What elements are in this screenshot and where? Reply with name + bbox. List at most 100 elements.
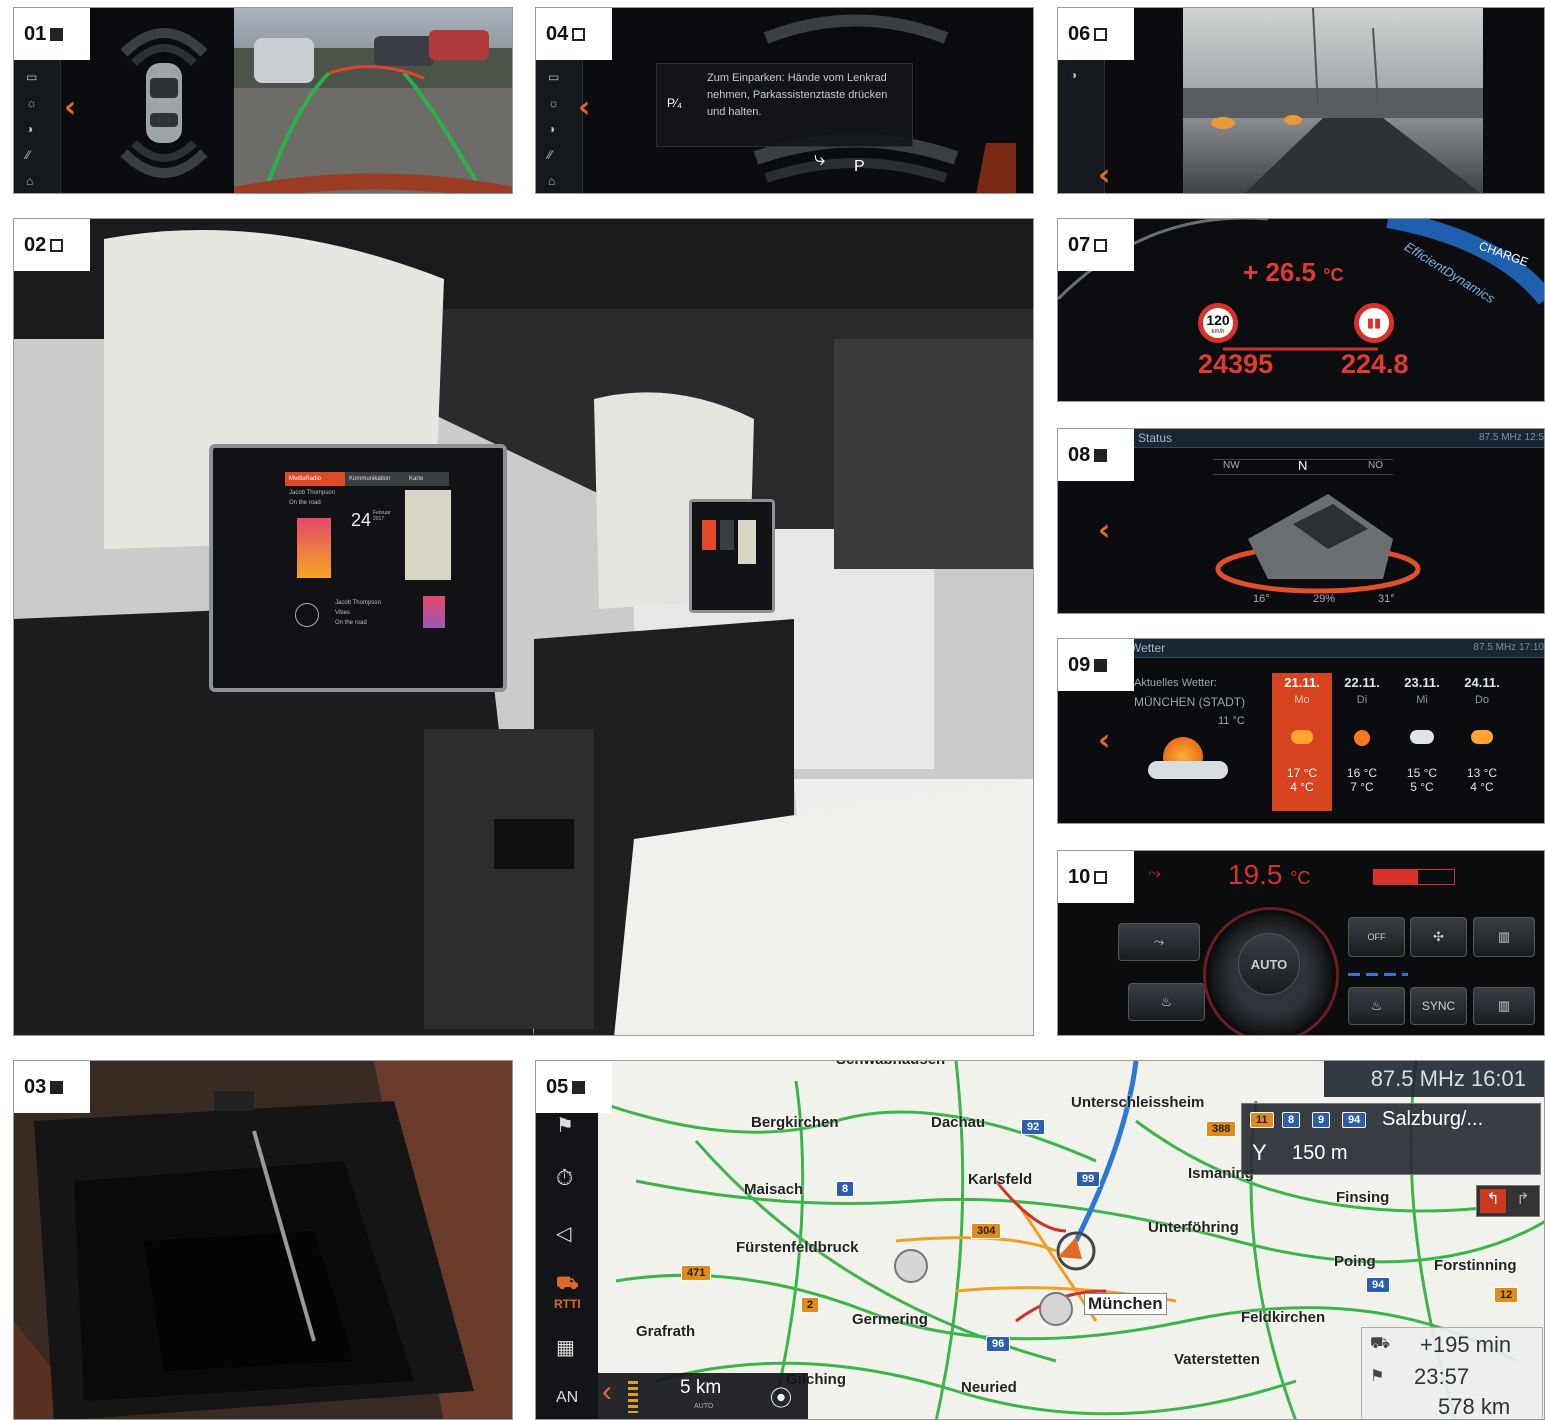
place-label: Maisach <box>744 1181 804 1198</box>
place-label: Unterschleissheim <box>1071 1094 1205 1111</box>
tile-03-storage-compartment: 03 <box>13 1060 513 1420</box>
weather-radio: 87.5 MHz 17:10 <box>1473 642 1544 653</box>
album-art <box>297 518 331 578</box>
chevron-left-icon[interactable]: ‹ <box>1098 513 1110 548</box>
tilt-readout-tilt: 31° <box>1378 593 1395 605</box>
destination-flag-icon[interactable]: ⚑ <box>556 1113 574 1138</box>
car-side-icon[interactable]: ⌂ <box>548 174 566 188</box>
compass-icon[interactable]: ⦿ <box>770 1381 792 1413</box>
tile-number-badge: 02 <box>14 219 90 271</box>
chevron-left-icon[interactable]: ‹ <box>1098 158 1110 193</box>
tile-01-parking-camera: 01 ▭ ☼ ◑ ⁄⁄ ⌂ ‹ <box>13 7 513 194</box>
current-weather-label: Aktuelles Wetter: <box>1134 677 1217 689</box>
car-side-icon[interactable]: ⌂ <box>26 174 44 188</box>
forecast-day-2: 22.11. Di 16 °C 7 °C <box>1344 675 1380 794</box>
vehicle-tilt-graphic <box>1215 494 1421 594</box>
view-icon[interactable]: ⁄⁄ <box>548 148 566 162</box>
remaining-distance: 578 km <box>1438 1394 1511 1419</box>
parking-message: Zum Einparken: Hände vom Lenkrad nehmen,… <box>707 72 888 118</box>
route-shield: 9 <box>1312 1112 1331 1128</box>
tile-number-badge: 05 <box>536 1061 612 1113</box>
forecast-day-1: 21.11. Mo 17 °C 4 °C <box>1284 675 1320 794</box>
album-art-2 <box>423 596 445 628</box>
tile-10-climate-control: 10 ⤳ 19.5 °C ⤳ ♨ AUTO OFF ✣ ▥ ♨ SYNC ▥ <box>1057 850 1545 1036</box>
eta-box: ⛟ +195 min ⚑ 23:57 578 km <box>1361 1327 1543 1419</box>
turn-arrow-icon: Y <box>1252 1140 1267 1165</box>
contrast-icon[interactable]: ◑ <box>1070 68 1088 82</box>
cloud-sun-icon <box>1410 730 1434 744</box>
sync-button[interactable]: SYNC <box>1410 987 1467 1025</box>
parking-message-box: P⁄₄ Zum Einparken: Hände vom Lenkrad neh… <box>656 63 913 147</box>
seat-ventilation-button[interactable]: ♨ <box>1348 987 1405 1025</box>
traffic-rtti-icon[interactable]: ⛟ RTTI <box>554 1273 581 1311</box>
chevron-left-icon[interactable]: ‹ <box>1098 723 1110 758</box>
screen-tile-mediaradio[interactable]: MediaRadio <box>285 472 345 486</box>
map-scale: 5 km <box>680 1377 722 1398</box>
auto-button[interactable]: AUTO <box>1238 933 1300 995</box>
place-label: Finsing <box>1336 1189 1390 1206</box>
route-shield: 94 <box>1342 1112 1367 1128</box>
map-orientation-label[interactable]: AN <box>556 1389 578 1407</box>
arrival-time: 23:57 <box>1414 1364 1470 1389</box>
filled-square-icon <box>572 1080 586 1094</box>
place-label: Fürstenfeldbruck <box>736 1239 859 1256</box>
screen-tile-kommunikation[interactable]: Kommunikation <box>345 472 405 486</box>
camera-icon[interactable]: ▭ <box>26 70 44 84</box>
forecast-day-4: 24.11. Do 13 °C 4 °C <box>1464 675 1500 794</box>
no-overtaking-sign: ▮▮ <box>1354 303 1394 343</box>
view-icon[interactable]: ⁄⁄ <box>26 148 44 162</box>
place-label: Schwabhausen <box>836 1061 945 1068</box>
empty-square-icon <box>1094 870 1108 884</box>
guidance-destination: Salzburg/... <box>1382 1108 1484 1130</box>
speaker-icon[interactable]: ◁ <box>556 1221 571 1246</box>
filled-square-icon <box>50 27 64 41</box>
place-label: Feldkirchen <box>1241 1309 1326 1326</box>
screen-artist-2: Jacob Thompson <box>335 600 381 606</box>
sun-cloud-icon <box>1471 730 1493 744</box>
storage-compartment-photo <box>14 1061 512 1419</box>
current-weather-temp: 11 °C <box>1218 715 1245 727</box>
screen-tile-karte[interactable]: Karte <box>405 472 449 486</box>
screen-track: On the road <box>289 500 321 506</box>
clock-icon <box>295 603 319 627</box>
place-label-munich: München <box>1084 1293 1167 1315</box>
road-shield: 2 <box>801 1297 820 1313</box>
chevron-left-icon[interactable]: ‹ <box>602 1375 612 1409</box>
seat-heating-button[interactable]: ♨ <box>1128 983 1205 1021</box>
chevron-left-icon[interactable]: ‹ <box>578 90 590 125</box>
chevron-left-icon[interactable]: ‹ <box>64 90 76 125</box>
timer-icon[interactable]: ⏱ <box>556 1165 573 1191</box>
current-weather-city: MÜNCHEN (STADT) <box>1134 695 1246 709</box>
contrast-icon[interactable]: ◑ <box>26 122 44 136</box>
place-label: Dachau <box>931 1114 986 1131</box>
tile-07-instrument-cluster: 07 EfficientDynamics CHARGE + 26.5 °C 12… <box>1057 218 1545 402</box>
tile-09-weather: Wetter 87.5 MHz 17:10 09 ‹ Aktuelles Wet… <box>1057 638 1545 824</box>
brightness-icon[interactable]: ☼ <box>26 96 44 110</box>
map-view-icon[interactable]: ▦ <box>556 1335 575 1360</box>
traffic-delay-icon: ⛟ <box>1370 1335 1391 1352</box>
screen-date-month: Februar 2017 <box>373 510 391 522</box>
fan-button[interactable]: ✣ <box>1410 917 1467 957</box>
radio-and-clock: 87.5 MHz 16:01 <box>1370 1066 1526 1091</box>
sun-icon <box>1354 730 1370 746</box>
odometer: 24395 <box>1198 349 1274 379</box>
road-shield: 92 <box>1021 1119 1046 1135</box>
camera-icon[interactable]: ▭ <box>548 70 566 84</box>
road-shield: 304 <box>971 1223 1002 1239</box>
defrost-button[interactable]: ▥ <box>1473 987 1535 1025</box>
ac-off-button[interactable]: OFF <box>1348 917 1405 957</box>
tile-08-vehicle-status: Status 87.5 MHz 12:5 08 ‹ NW N NO 16° 29… <box>1057 428 1545 614</box>
tile-number-badge: 04 <box>536 8 612 60</box>
place-label: Vaterstetten <box>1174 1351 1260 1368</box>
brightness-icon[interactable]: ☼ <box>548 96 566 110</box>
rear-screen-right[interactable] <box>689 499 775 613</box>
tile-number-badge: 09 <box>1058 639 1134 691</box>
place-label: Neuried <box>961 1379 1017 1396</box>
set-temperature: 19.5 °C <box>1228 859 1311 890</box>
road-shield: 471 <box>681 1265 712 1281</box>
rear-screen-left[interactable]: MediaRadio Kommunikation Karte Jacob Tho… <box>209 444 507 692</box>
compass-bar: NW N NO <box>1213 458 1393 475</box>
contrast-icon[interactable]: ◑ <box>548 122 566 136</box>
air-distribution-button[interactable]: ⤳ <box>1118 923 1200 961</box>
rear-defrost-button[interactable]: ▥ <box>1473 917 1535 957</box>
